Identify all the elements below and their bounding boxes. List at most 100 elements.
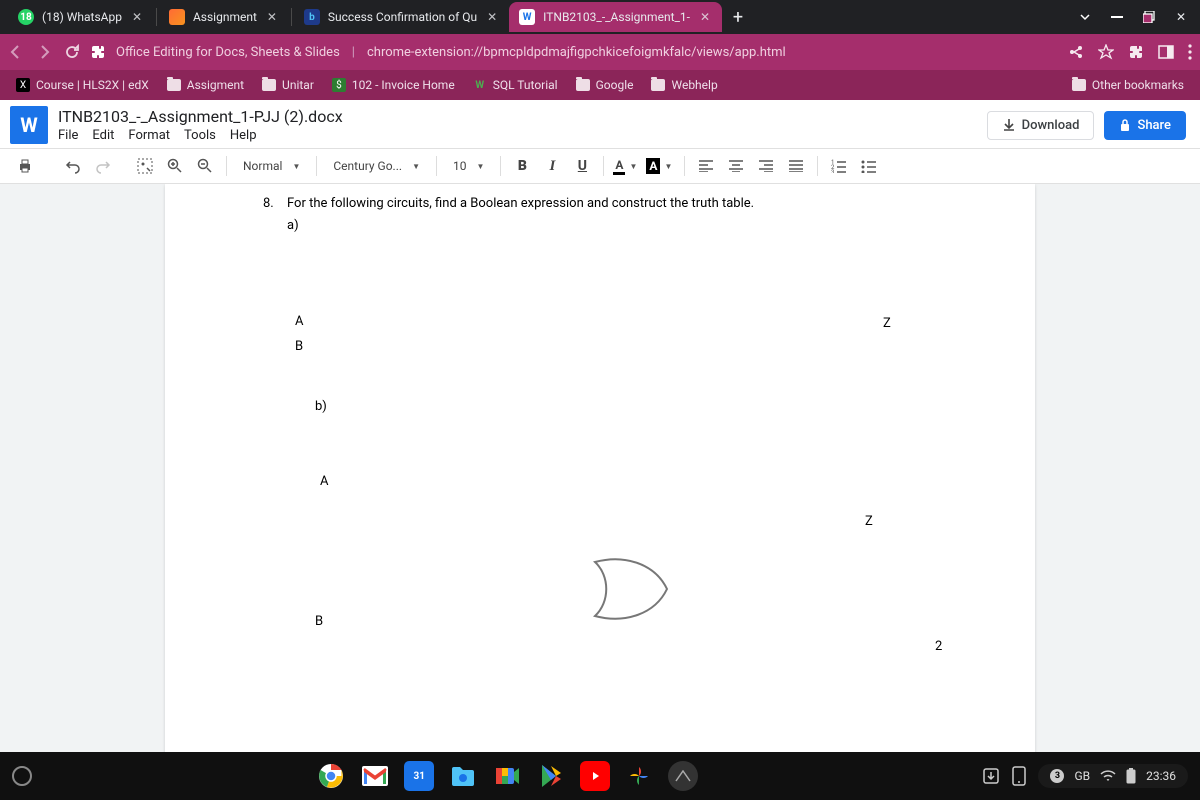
bookmark-label: Unitar [282,78,314,92]
reload-icon[interactable] [64,44,80,60]
minimize-icon[interactable] [1110,10,1124,24]
folder-icon [651,79,665,91]
close-icon[interactable]: ✕ [130,10,144,24]
close-icon[interactable]: ✕ [265,10,279,24]
bookmark-sql-tutorial[interactable]: W SQL Tutorial [467,74,564,96]
bookmark-edx[interactable]: X Course | HLS2X | edX [10,74,155,96]
tab-whatsapp[interactable]: 18 (18) WhatsApp ✕ [8,2,154,32]
print-button[interactable] [12,153,38,179]
share-button[interactable]: Share [1104,111,1186,140]
label-b2: B [315,614,323,629]
bookmark-label: Assigment [187,78,244,92]
tab-itnb2103[interactable]: W ITNB2103_-_Assignment_1- ✕ [509,2,722,32]
meet-icon[interactable] [492,761,522,791]
bookmark-google[interactable]: Google [570,74,640,96]
new-tab-button[interactable]: + [726,5,750,29]
close-icon[interactable]: ✕ [485,10,499,24]
chevron-down-icon[interactable] [1078,10,1092,24]
font-size-select[interactable]: 10▼ [445,155,492,177]
youtube-icon[interactable] [580,761,610,791]
share-page-icon[interactable] [1068,44,1084,60]
app-icon[interactable] [668,761,698,791]
word-icon: W [519,9,535,25]
back-icon[interactable] [8,44,24,60]
tab-title: Assignment [193,10,257,24]
fit-button[interactable] [132,153,158,179]
chrome-icon[interactable] [316,761,346,791]
doc-title[interactable]: ITNB2103_-_Assignment_1-PJJ (2).docx [58,107,977,126]
undo-button[interactable] [60,153,86,179]
redo-button[interactable] [90,153,116,179]
bookmark-star-icon[interactable] [1098,44,1114,60]
bookmarks-bar: X Course | HLS2X | edX Assigment Unitar … [0,70,1200,100]
bullet-list-button[interactable] [856,153,882,179]
launcher-icon[interactable] [12,766,32,786]
notif-count: 3 [1050,769,1064,783]
svg-text:3: 3 [831,169,834,173]
menu-dots-icon[interactable] [1188,44,1192,60]
menu-format[interactable]: Format [128,128,170,143]
align-left-button[interactable] [693,153,719,179]
menu-file[interactable]: File [58,128,78,143]
question-text: For the following circuits, find a Boole… [287,196,754,211]
wifi-icon [1100,770,1116,782]
menu-tools[interactable]: Tools [184,128,216,143]
tab-title: ITNB2103_-_Assignment_1- [543,10,690,24]
align-center-button[interactable] [723,153,749,179]
download-tray-icon[interactable] [982,767,1000,785]
doc-header: W ITNB2103_-_Assignment_1-PJJ (2).docx F… [0,100,1200,148]
menu-help[interactable]: Help [230,128,257,143]
text-color-button[interactable]: A▼ [612,153,638,179]
document-page[interactable]: 8. For the following circuits, find a Bo… [165,184,1035,752]
panel-icon[interactable] [1158,44,1174,60]
phone-tray-icon[interactable] [1012,766,1026,786]
style-select[interactable]: Normal▼ [235,155,308,177]
play-store-icon[interactable] [536,761,566,791]
font-select[interactable]: Century Go...▼ [325,155,428,177]
lock-icon [1119,118,1131,132]
align-justify-button[interactable] [783,153,809,179]
gmail-icon[interactable] [360,761,390,791]
bookmark-invoice-home[interactable]: $ 102 - Invoice Home [326,74,461,96]
tab-assignment[interactable]: Assignment ✕ [159,2,289,32]
tab-title: Success Confirmation of Qu [328,10,477,24]
share-label: Share [1137,118,1171,133]
numbered-list-button[interactable]: 123 [826,153,852,179]
photos-icon[interactable] [624,761,654,791]
os-shelf: 31 3 GB 23:36 [0,752,1200,800]
highlight-button[interactable]: A▼ [642,153,676,179]
download-button[interactable]: Download [987,111,1095,140]
system-tray[interactable]: 3 GB 23:36 [1038,764,1188,788]
formatting-toolbar: Normal▼ Century Go...▼ 10▼ B I U A▼ A▼ 1… [0,148,1200,184]
browser-address-bar: Office Editing for Docs, Sheets & Slides… [0,34,1200,70]
tab-success-confirmation[interactable]: b Success Confirmation of Qu ✕ [294,2,509,32]
label-z2: Z [865,514,873,529]
bookmark-unitar[interactable]: Unitar [256,74,320,96]
zoom-in-button[interactable] [162,153,188,179]
close-window-icon[interactable]: ✕ [1174,10,1188,24]
document-surface[interactable]: 8. For the following circuits, find a Bo… [0,184,1200,752]
label-2: 2 [935,639,942,654]
bookmark-label: Other bookmarks [1092,78,1184,92]
w3-icon: W [473,78,487,92]
calendar-icon[interactable]: 31 [404,761,434,791]
files-icon[interactable] [448,761,478,791]
bookmark-label: Google [596,78,634,92]
close-icon[interactable]: ✕ [698,10,712,24]
browser-tab-strip: 18 (18) WhatsApp ✕ Assignment ✕ b Succes… [0,0,1200,34]
align-right-button[interactable] [753,153,779,179]
bold-button[interactable]: B [509,153,535,179]
restore-icon[interactable] [1142,10,1156,24]
bookmark-webhelp[interactable]: Webhelp [645,74,723,96]
question-number: 8. [263,196,274,211]
extensions-icon[interactable] [1128,44,1144,60]
address-field[interactable]: Office Editing for Docs, Sheets & Slides… [90,44,1058,60]
menu-edit[interactable]: Edit [92,128,114,143]
italic-button[interactable]: I [539,153,565,179]
bookmark-assigment[interactable]: Assigment [161,74,250,96]
other-bookmarks[interactable]: Other bookmarks [1066,74,1190,96]
underline-button[interactable]: U [569,153,595,179]
folder-icon [576,79,590,91]
forward-icon[interactable] [36,44,52,60]
zoom-out-button[interactable] [192,153,218,179]
